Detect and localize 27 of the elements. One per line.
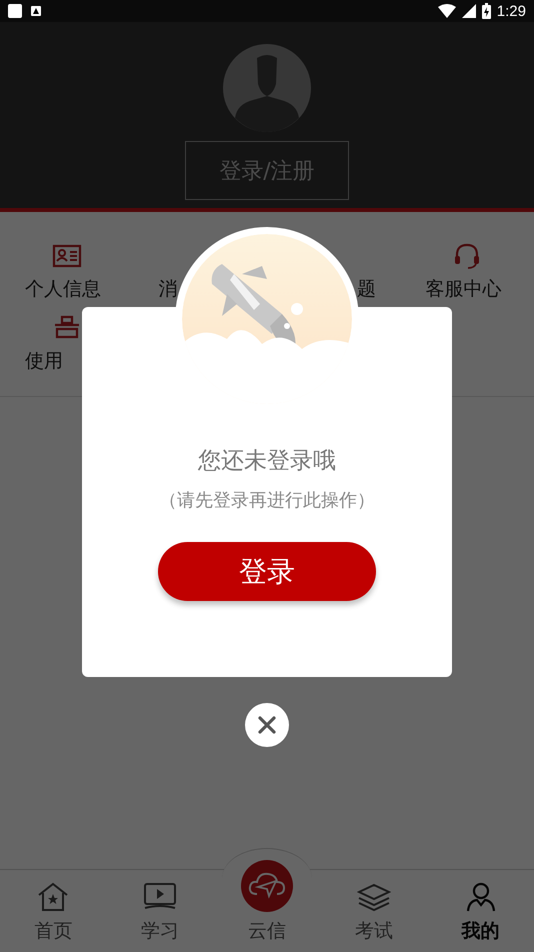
menu-item-label[interactable]: 使用 <box>24 350 63 372</box>
signal-icon <box>462 4 476 18</box>
login-button[interactable]: 登录 <box>158 542 376 601</box>
notification-icon <box>8 4 22 18</box>
id-card-icon[interactable] <box>52 243 82 269</box>
close-icon <box>257 715 277 735</box>
home-icon <box>37 882 70 912</box>
menu-item-label[interactable]: 消 <box>158 278 178 300</box>
video-book-icon <box>143 882 178 912</box>
clock-time: 1:29 <box>496 2 526 20</box>
close-button[interactable] <box>245 703 289 747</box>
dialog-title: 您还未登录哦 <box>198 447 336 476</box>
nav-tab[interactable]: 云信 <box>214 848 320 952</box>
menu-item-label[interactable]: 客服中心 <box>425 278 502 300</box>
layers-icon <box>356 882 391 912</box>
dialog-subtitle: （请先登录再进行此操作） <box>159 489 375 512</box>
avatar-icon <box>223 44 311 132</box>
battery-icon <box>482 3 491 19</box>
nav-tab[interactable]: 考试 <box>320 870 428 952</box>
wifi-icon <box>438 4 456 18</box>
menu-item-label[interactable]: 题 <box>356 278 376 300</box>
menu-item-label[interactable]: 个人信息 <box>24 278 101 300</box>
notification-icon <box>30 5 42 17</box>
nav-tab[interactable]: 学习 <box>106 870 214 952</box>
nav-tab[interactable]: 我的 <box>427 870 534 952</box>
person-icon <box>464 882 497 912</box>
nav-tab[interactable]: 首页 <box>0 870 107 952</box>
